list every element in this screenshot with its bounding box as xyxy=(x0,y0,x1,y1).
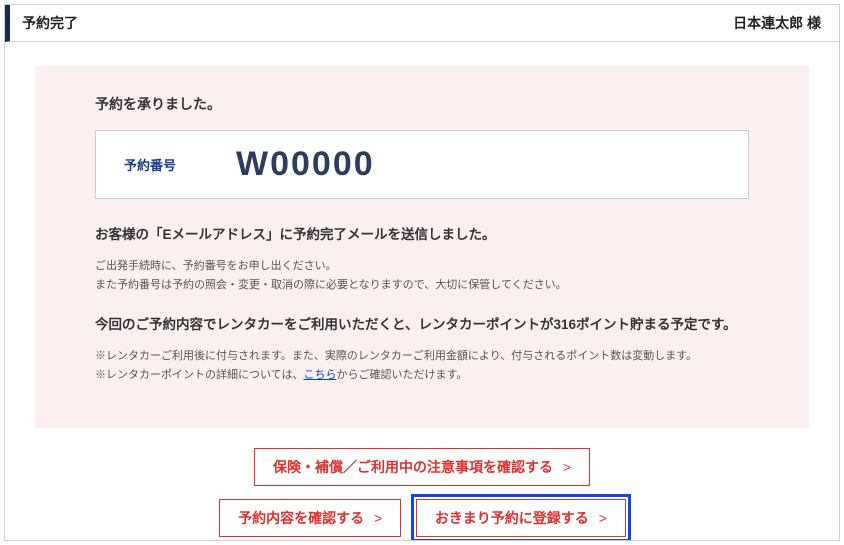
reservation-number: W00000 xyxy=(236,145,375,184)
points-note-1: ※レンタカーご利用後に付与されます。また、実際のレンタカーご利用金額により、付与… xyxy=(95,350,697,362)
highlight-frame: おきまり予約に登録する > xyxy=(411,494,631,541)
user-name: 日本連太郎 様 xyxy=(733,13,821,33)
register-favorite-button[interactable]: おきまり予約に登録する > xyxy=(416,499,626,537)
register-button-label: おきまり予約に登録する xyxy=(435,510,589,526)
header-bar: 予約完了 日本連太郎 様 xyxy=(5,5,839,42)
confirm-reservation-button[interactable]: 予約内容を確認する > xyxy=(219,499,401,537)
accepted-heading: 予約を承りました。 xyxy=(95,94,749,114)
insurance-button-label: 保険・補償／ご利用中の注意事項を確認する xyxy=(273,459,553,475)
points-detail-link[interactable]: こちら xyxy=(303,369,336,381)
confirm-button-label: 予約内容を確認する xyxy=(238,510,364,526)
content-area: 予約を承りました。 予約番号 W00000 お客様の「Eメールアドレス」に予約完… xyxy=(5,42,839,541)
email-note-2: また予約番号は予約の照会・変更・取消の際に必要となりますので、大切に保管してくだ… xyxy=(95,279,567,291)
email-notes: ご出発手続時に、予約番号をお申し出ください。 また予約番号は予約の照会・変更・取… xyxy=(95,257,749,294)
points-note-2-prefix: ※レンタカーポイントの詳細については、 xyxy=(95,369,303,381)
reservation-number-box: 予約番号 W00000 xyxy=(95,130,749,199)
points-heading: 今回のご予約内容でレンタカーをご利用いただくと、レンタカーポイントが316ポイン… xyxy=(95,315,749,335)
points-note-2-suffix: からご確認いただけます。 xyxy=(336,369,467,381)
points-notes: ※レンタカーご利用後に付与されます。また、実際のレンタカーご利用金額により、付与… xyxy=(95,347,749,384)
chevron-right-icon: > xyxy=(374,510,382,526)
reservation-label: 予約番号 xyxy=(124,155,176,174)
chevron-right-icon: > xyxy=(563,459,571,475)
confirmation-panel: 予約を承りました。 予約番号 W00000 お客様の「Eメールアドレス」に予約完… xyxy=(35,66,809,428)
page-title: 予約完了 xyxy=(22,13,78,33)
email-heading: お客様の「Eメールアドレス」に予約完了メールを送信しました。 xyxy=(95,225,749,245)
page-frame: 予約完了 日本連太郎 様 予約を承りました。 予約番号 W00000 お客様の「… xyxy=(4,4,840,541)
chevron-right-icon: > xyxy=(599,510,607,526)
button-area: 保険・補償／ご利用中の注意事項を確認する > 予約内容を確認する > おきまり予… xyxy=(35,428,809,541)
button-row-2: 予約内容を確認する > おきまり予約に登録する > xyxy=(35,494,809,541)
insurance-notes-button[interactable]: 保険・補償／ご利用中の注意事項を確認する > xyxy=(254,448,590,486)
button-row-1: 保険・補償／ご利用中の注意事項を確認する > xyxy=(35,444,809,490)
email-note-1: ご出発手続時に、予約番号をお申し出ください。 xyxy=(95,260,337,272)
